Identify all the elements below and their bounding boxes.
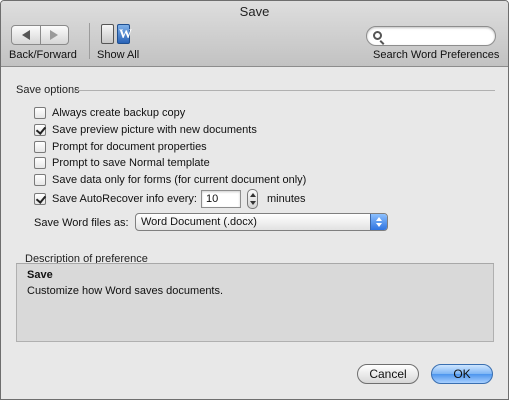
- grid-icon: [101, 24, 114, 44]
- minutes-label: minutes: [267, 193, 306, 205]
- option-document-properties[interactable]: Prompt for document properties: [34, 140, 207, 154]
- option-backup-copy[interactable]: Always create backup copy: [34, 106, 185, 120]
- autorecover-stepper[interactable]: [247, 189, 258, 209]
- description-box: Save Customize how Word saves documents.: [16, 264, 494, 342]
- show-all-label: Show All: [97, 49, 140, 61]
- normal-template-label: Prompt to save Normal template: [52, 157, 210, 169]
- cancel-button[interactable]: Cancel: [357, 364, 419, 384]
- backup-copy-checkbox[interactable]: [34, 107, 46, 119]
- word-glyph: W: [119, 26, 132, 41]
- document-properties-label: Prompt for document properties: [52, 141, 207, 153]
- stepper-up-icon[interactable]: [250, 193, 256, 197]
- preview-picture-checkbox[interactable]: [34, 124, 46, 136]
- stepper-down-icon[interactable]: [250, 201, 256, 205]
- description-text: Customize how Word saves documents.: [27, 285, 224, 297]
- back-forward-control: [11, 25, 69, 45]
- toolbar: Save Back/Forward W Show All Search Word…: [1, 1, 508, 67]
- forward-button[interactable]: [39, 26, 68, 44]
- save-format-select[interactable]: Word Document (.docx): [135, 213, 388, 231]
- show-all-button[interactable]: W: [100, 21, 134, 47]
- arrow-right-icon: [50, 30, 59, 40]
- search-label: Search Word Preferences: [373, 49, 500, 61]
- save-format-label: Save Word files as:: [34, 217, 129, 229]
- window-title: Save: [239, 4, 270, 19]
- document-properties-checkbox[interactable]: [34, 141, 46, 153]
- option-autorecover[interactable]: Save AutoRecover info every:: [34, 192, 197, 206]
- select-arrows-icon: [370, 214, 387, 230]
- option-normal-template[interactable]: Prompt to save Normal template: [34, 156, 210, 170]
- autorecover-label: Save AutoRecover info every:: [52, 193, 197, 205]
- save-preferences-window: Save Back/Forward W Show All Search Word…: [0, 0, 509, 400]
- description-title: Save: [27, 269, 53, 281]
- back-forward-label: Back/Forward: [9, 49, 77, 61]
- ok-button[interactable]: OK: [431, 364, 493, 384]
- save-options-heading: Save options: [16, 84, 80, 96]
- autorecover-minutes-input[interactable]: 10: [201, 190, 241, 208]
- normal-template-checkbox[interactable]: [34, 157, 46, 169]
- option-preview-picture[interactable]: Save preview picture with new documents: [34, 123, 257, 137]
- autorecover-checkbox[interactable]: [34, 193, 46, 205]
- preferences-content: Save options Always create backup copy S…: [1, 68, 508, 399]
- forms-data-checkbox[interactable]: [34, 174, 46, 186]
- search-icon: [373, 31, 382, 40]
- search-field[interactable]: [366, 26, 496, 46]
- search-input[interactable]: [385, 29, 485, 43]
- save-format-value: Word Document (.docx): [141, 216, 257, 228]
- preview-picture-label: Save preview picture with new documents: [52, 124, 257, 136]
- backup-copy-label: Always create backup copy: [52, 107, 186, 119]
- toolbar-separator: [89, 23, 90, 59]
- forms-data-label: Save data only for forms (for current do…: [52, 174, 307, 186]
- back-button[interactable]: [12, 26, 40, 44]
- arrow-left-icon: [21, 30, 30, 40]
- option-forms-data[interactable]: Save data only for forms (for current do…: [34, 173, 306, 187]
- save-options-divider: [73, 90, 495, 91]
